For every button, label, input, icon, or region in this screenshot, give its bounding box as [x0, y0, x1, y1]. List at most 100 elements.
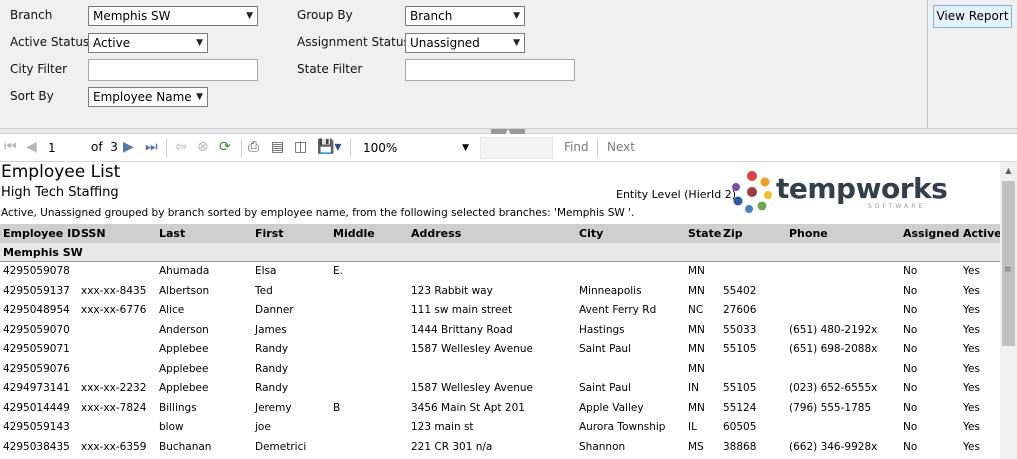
zoom-select[interactable]: 100% ▼	[359, 138, 473, 158]
column-header[interactable]: Assigned	[903, 227, 959, 240]
scroll-up-icon[interactable]: ▲	[1000, 162, 1017, 179]
column-header[interactable]: Address	[411, 227, 461, 240]
cell-id: 4294973141	[3, 382, 70, 394]
find-link[interactable]: Find	[564, 140, 589, 154]
state-filter-input[interactable]	[405, 59, 575, 81]
sort-by-select[interactable]: Employee Name ▼	[88, 87, 208, 107]
cell-active: Yes	[963, 265, 980, 277]
cell-phone: (651) 480-2192x	[789, 323, 878, 336]
branch-select[interactable]: Memphis SW ▼	[88, 6, 258, 26]
logo-text: tempworks	[776, 172, 948, 205]
cell-state: IL	[688, 421, 697, 433]
active-status-value: Active	[93, 36, 131, 50]
column-header[interactable]: Last	[159, 227, 185, 240]
cell-first: Ted	[255, 284, 273, 297]
city-filter-label: City Filter	[10, 62, 68, 76]
table-row: 4294973141 xxx-xx-2232 Applebee Randy 1587 W…	[0, 379, 1000, 399]
find-input[interactable]	[480, 137, 553, 159]
print-layout-icon[interactable]: ▤	[271, 139, 284, 155]
vertical-scrollbar[interactable]: ▲ ≡	[1000, 162, 1017, 459]
city-filter-input[interactable]	[88, 59, 258, 81]
cell-last: blow	[159, 421, 184, 433]
stop-icon[interactable]: ⊗	[197, 139, 209, 155]
sort-by-value: Employee Name	[93, 90, 192, 104]
cell-last: Anderson	[159, 323, 209, 336]
cell-id: 4295059143	[3, 421, 70, 433]
assignment-status-select[interactable]: Unassigned ▼	[405, 33, 525, 53]
cell-active: Yes	[963, 421, 980, 433]
cell-address: 123 main st	[411, 421, 474, 433]
column-header[interactable]: Zip	[723, 227, 743, 240]
cell-city: Aurora Township	[579, 421, 666, 433]
column-header[interactable]: First	[255, 227, 284, 240]
cell-active: Yes	[963, 440, 980, 453]
cell-state: MN	[688, 343, 705, 355]
table-row: 4295038435 xxx-xx-6359 Buchanan Demetrici 22…	[0, 438, 1000, 458]
find-next-link[interactable]: Next	[607, 140, 635, 154]
column-header[interactable]: Active	[963, 227, 1000, 240]
branch-label: Branch	[10, 8, 53, 22]
table-header: Employee ID SSN Last First Middle Addres…	[0, 224, 1000, 243]
cell-id: 4295059137	[3, 284, 70, 297]
table-row: 4295059076 Applebee Randy MN No Yes	[0, 360, 1000, 380]
cell-phone: (651) 698-2088x	[789, 343, 878, 355]
cell-id: 4295059078	[3, 265, 70, 277]
cell-middle: B	[333, 401, 341, 414]
cell-phone: (662) 346-9928x	[789, 440, 878, 453]
print-icon[interactable]: ⎙	[248, 139, 259, 155]
page-setup-icon[interactable]: ◫	[294, 139, 307, 155]
cell-zip: 55033	[723, 323, 757, 336]
cell-address: 111 sw main street	[411, 304, 513, 316]
cell-first: Randy	[255, 343, 289, 355]
column-header[interactable]: Middle	[333, 227, 375, 240]
chevron-down-icon: ▼	[196, 92, 203, 102]
refresh-icon[interactable]: ⟳	[219, 139, 231, 155]
column-header[interactable]: Employee ID	[3, 227, 80, 240]
cell-city: Hastings	[579, 323, 625, 336]
last-page-icon[interactable]: ⏭	[145, 139, 158, 155]
toolbar-separator	[350, 139, 351, 157]
group-header: Memphis SW	[0, 243, 1000, 262]
cell-state: MN	[688, 323, 705, 336]
cell-address: 1587 Wellesley Avenue	[411, 343, 533, 355]
export-icon[interactable]: 💾▾	[317, 139, 341, 155]
table-row: 4295059071 Applebee Randy 1587 Wellesley Av…	[0, 340, 1000, 360]
column-header[interactable]: Phone	[789, 227, 828, 240]
cell-id: 4295038435	[3, 440, 70, 453]
scrollbar-thumb[interactable]: ≡	[1002, 181, 1015, 346]
cell-city: Avent Ferry Rd	[579, 304, 657, 316]
cell-state: MN	[688, 362, 705, 375]
column-header[interactable]: SSN	[81, 227, 106, 240]
cell-address: 221 CR 301 n/a	[411, 440, 493, 453]
cell-first: Elsa	[255, 265, 277, 277]
cell-city: Saint Paul	[579, 382, 631, 394]
tempworks-logo-mark-icon	[732, 171, 772, 213]
cell-state: MN	[688, 401, 705, 414]
cell-state: NC	[688, 304, 704, 316]
cell-zip: 55402	[723, 284, 757, 297]
previous-page-icon[interactable]: ◀	[26, 139, 37, 155]
column-header[interactable]: State	[688, 227, 721, 240]
cell-first: Randy	[255, 362, 289, 375]
active-status-select[interactable]: Active ▼	[88, 33, 208, 53]
group-by-select[interactable]: Branch ▼	[405, 6, 525, 26]
cell-active: Yes	[963, 343, 980, 355]
table-row: 4295059078 Ahumada Elsa E. MN No Yes	[0, 262, 1000, 282]
cell-assigned: No	[903, 421, 918, 433]
of-text: of	[91, 140, 103, 154]
cell-assigned: No	[903, 323, 918, 336]
first-page-icon[interactable]: ⏮	[4, 139, 17, 155]
toolbar-separator	[597, 139, 598, 157]
cell-phone: (023) 652-6555x	[789, 382, 878, 394]
cell-assigned: No	[903, 401, 918, 414]
cell-city: Shannon	[579, 440, 626, 453]
cell-state: IN	[688, 382, 699, 394]
cell-ssn: xxx-xx-7824	[81, 401, 147, 414]
view-report-button[interactable]: View Report	[933, 5, 1012, 28]
next-page-icon[interactable]: ▶	[123, 139, 134, 155]
column-header[interactable]: City	[579, 227, 603, 240]
page-number-input[interactable]: 1	[46, 138, 84, 158]
back-icon[interactable]: ⇦	[175, 139, 187, 155]
cell-ssn: xxx-xx-6776	[81, 304, 147, 316]
cell-assigned: No	[903, 265, 918, 277]
